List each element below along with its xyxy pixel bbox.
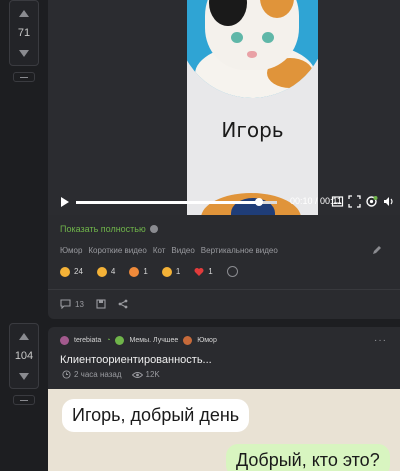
comments-count: 13 (75, 299, 84, 309)
vote-rail: 104 (0, 323, 48, 471)
progress-fill (76, 201, 259, 204)
downvote-button[interactable] (9, 41, 39, 65)
post-info: 2 часа назад 12K (62, 370, 160, 379)
reaction-angry[interactable]: 1 (129, 266, 148, 277)
reaction-count: 1 (175, 267, 181, 276)
reaction-count: 1 (208, 267, 213, 276)
tag[interactable]: Вертикальное видео (201, 246, 278, 255)
minus-icon (20, 399, 28, 401)
tag-list: Юмор Короткие видео Кот Видео Вертикальн… (60, 246, 278, 255)
play-icon[interactable] (61, 197, 69, 207)
heart-eyes-face-icon (96, 266, 107, 277)
clock-icon (62, 370, 71, 379)
subtitles-icon[interactable] (331, 195, 344, 208)
reaction-count: 1 (143, 267, 148, 276)
save-button[interactable] (96, 299, 106, 309)
show-full-label: Показать полностью (60, 224, 146, 234)
reaction-grimacing[interactable]: 1 (161, 266, 181, 277)
progress-knob[interactable] (254, 198, 263, 206)
arrow-down-icon (19, 372, 29, 380)
post-card: terebiata ◔ Мемы. Лучшее Юмор ··· Клиент… (48, 327, 400, 471)
hide-post-button[interactable] (13, 72, 35, 82)
reaction-laughing[interactable]: 24 (60, 266, 83, 277)
eye-icon (131, 371, 143, 378)
reactions-bar: 24 4 1 1 1 (60, 266, 238, 277)
chat-bubble-incoming: Игорь, добрый день (62, 399, 250, 432)
arrow-down-icon (19, 49, 29, 57)
downvote-button[interactable] (9, 364, 39, 388)
chat-bubble-outgoing: Добрый, кто это? (226, 444, 390, 471)
add-reaction-icon[interactable] (226, 266, 238, 277)
upvote-button[interactable] (9, 324, 39, 348)
show-full-link[interactable]: Показать полностью (60, 224, 158, 234)
comment-icon (60, 299, 71, 309)
community-name[interactable]: Мемы. Лучшее (129, 337, 178, 344)
video-player[interactable]: Игорь 00:10 / 00:11 (48, 0, 400, 215)
video-caption: Игорь (221, 118, 284, 142)
arrow-up-icon (19, 332, 29, 340)
post-time: 2 часа назад (62, 370, 122, 379)
reaction-heart-eyes[interactable]: 4 (96, 266, 116, 277)
edit-tags-icon[interactable] (372, 245, 382, 255)
video-frame: Игорь (187, 0, 318, 215)
cat-eye (262, 32, 274, 43)
divider (48, 289, 400, 290)
vote-rail: 71 (0, 0, 48, 323)
reaction-count: 24 (74, 267, 83, 276)
video-controls: 00:10 / 00:11 (48, 190, 400, 215)
cat-head (205, 0, 299, 70)
more-menu-icon[interactable]: ··· (374, 335, 387, 346)
post-views: 12K (131, 370, 160, 379)
tag[interactable]: Короткие видео (88, 246, 146, 255)
vote-count: 71 (17, 27, 31, 39)
cat-eye (231, 32, 243, 43)
cat-image (187, 0, 318, 98)
save-icon (96, 299, 106, 309)
post-header: terebiata ◔ Мемы. Лучшее Юмор (60, 336, 217, 345)
minus-icon (20, 76, 28, 78)
community-icon (115, 336, 125, 345)
time-ago: 2 часа назад (74, 370, 122, 379)
vote-count: 104 (14, 350, 34, 362)
views-count: 12K (145, 370, 160, 379)
comments-button[interactable]: 13 (60, 299, 84, 309)
vote-box: 71 (9, 0, 39, 66)
red-heart-icon (194, 267, 204, 276)
tag[interactable]: Видео (171, 246, 194, 255)
tag[interactable]: Юмор (60, 246, 82, 255)
rating-icon: ◔ (106, 337, 111, 344)
post-image[interactable]: Игорь, добрый день Добрый, кто это? (48, 389, 400, 471)
info-icon (149, 225, 158, 233)
community-name[interactable]: Юмор (197, 337, 217, 344)
vote-box: 104 (9, 323, 39, 389)
laughing-face-icon (60, 266, 70, 277)
tag[interactable]: Кот (153, 246, 166, 255)
cat-patch-black (209, 0, 247, 26)
video-progress[interactable] (76, 198, 277, 206)
author-name[interactable]: terebiata (74, 337, 101, 344)
avatar[interactable] (60, 336, 69, 345)
post-title[interactable]: Клиентоориентированность... (60, 354, 212, 366)
angry-face-icon (129, 266, 140, 277)
hide-post-button[interactable] (13, 395, 35, 405)
cat-nose (247, 51, 257, 58)
post-card: Игорь 00:10 / 00:11 Показать полностью Ю… (48, 0, 400, 319)
cat-patch-orange (260, 0, 294, 18)
community-icon (183, 336, 193, 345)
settings-gear-icon[interactable] (365, 195, 378, 208)
reaction-count: 4 (110, 267, 116, 276)
feed: 71 Игорь 00:10 / 00:11 Показать полность… (0, 0, 400, 471)
fullscreen-icon[interactable] (348, 195, 361, 208)
upvote-button[interactable] (9, 1, 39, 25)
grimacing-face-icon (161, 266, 172, 277)
share-icon (118, 299, 128, 309)
share-button[interactable] (118, 299, 128, 309)
arrow-up-icon (19, 9, 29, 17)
post-actions: 13 (60, 299, 128, 309)
volume-icon[interactable] (382, 195, 395, 208)
reaction-heart[interactable]: 1 (194, 267, 213, 277)
